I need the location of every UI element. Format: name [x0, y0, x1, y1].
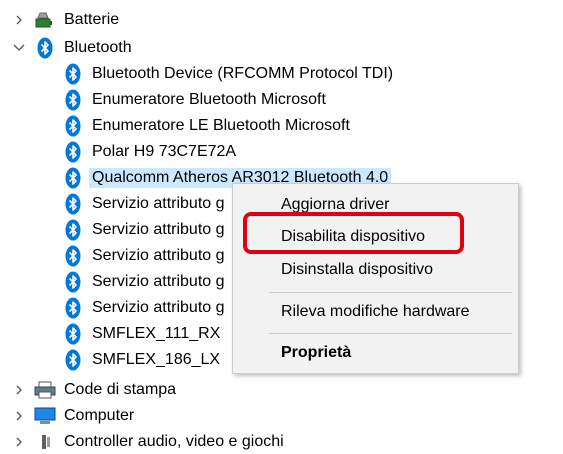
tree-item-device[interactable]: Servizio attributo g	[62, 192, 225, 216]
tree-node-computer[interactable]: Computer	[34, 404, 134, 428]
expand-chevron-icon[interactable]	[12, 13, 26, 27]
tree-item-label: Servizio attributo g	[92, 195, 225, 212]
highlight-annotation-box	[243, 212, 464, 254]
tree-item-device[interactable]: Servizio attributo g	[62, 270, 225, 294]
tree-node-label: Code di stampa	[64, 381, 177, 398]
tree-item-device[interactable]: Servizio attributo g	[62, 296, 225, 320]
bluetooth-icon	[62, 193, 84, 215]
bluetooth-icon	[62, 89, 84, 111]
tree-item-label: Bluetooth Device (RFCOMM Protocol TDI)	[92, 65, 394, 82]
menu-item-properties[interactable]: Proprietà	[281, 341, 351, 365]
bluetooth-icon	[62, 63, 84, 85]
tree-node-code-di-stampa[interactable]: Code di stampa	[34, 378, 176, 402]
tree-item-label: Servizio attributo g	[92, 247, 225, 264]
tree-node-batterie[interactable]: Batterie	[34, 8, 119, 32]
expand-chevron-icon[interactable]	[12, 409, 26, 423]
tree-item-label: Enumeratore Bluetooth Microsoft	[92, 91, 326, 108]
menu-separator	[269, 333, 512, 334]
tree-item-device[interactable]: SMFLEX_111_RX	[62, 322, 220, 346]
tree-item-device[interactable]: SMFLEX_186_LX	[62, 348, 220, 372]
menu-item-label: Rileva modifiche hardware	[281, 303, 470, 320]
tree-item-label: Servizio attributo g	[92, 221, 225, 238]
tree-item-label: Servizio attributo g	[92, 273, 225, 290]
tree-item-device[interactable]: Servizio attributo g	[62, 218, 225, 242]
menu-item-label: Proprietà	[281, 344, 352, 361]
tree-node-label: Controller audio, video e giochi	[64, 433, 284, 450]
collapse-chevron-icon[interactable]	[12, 41, 26, 55]
menu-separator	[269, 292, 512, 293]
bluetooth-icon	[62, 219, 84, 241]
tree-item-label: Enumeratore LE Bluetooth Microsoft	[92, 117, 350, 134]
tree-item-device[interactable]: Enumeratore Bluetooth Microsoft	[62, 88, 326, 112]
speaker-icon	[34, 431, 56, 453]
bluetooth-icon	[62, 297, 84, 319]
tree-node-controller-audio[interactable]: Controller audio, video e giochi	[34, 430, 284, 454]
tree-item-device[interactable]: Polar H9 73C7E72A	[62, 140, 236, 164]
tree-item-label: SMFLEX_111_RX	[92, 325, 221, 342]
menu-item-scan-hardware[interactable]: Rileva modifiche hardware	[281, 300, 470, 324]
bluetooth-icon	[34, 37, 56, 59]
tree-item-label: SMFLEX_186_LX	[92, 351, 221, 368]
bluetooth-icon	[62, 271, 84, 293]
printer-icon	[34, 379, 56, 401]
expand-chevron-icon[interactable]	[12, 435, 26, 449]
computer-monitor-icon	[34, 405, 56, 427]
tree-node-bluetooth[interactable]: Bluetooth	[34, 36, 132, 60]
menu-item-label: Disinstalla dispositivo	[281, 261, 434, 278]
bluetooth-icon	[62, 245, 84, 267]
tree-item-device[interactable]: Bluetooth Device (RFCOMM Protocol TDI)	[62, 62, 393, 86]
tree-node-label: Computer	[64, 407, 135, 424]
bluetooth-icon	[62, 115, 84, 137]
bluetooth-icon	[62, 167, 84, 189]
bluetooth-icon	[62, 323, 84, 345]
tree-item-device[interactable]: Enumeratore LE Bluetooth Microsoft	[62, 114, 350, 138]
tree-item-device[interactable]: Servizio attributo g	[62, 244, 225, 268]
battery-icon	[34, 9, 56, 31]
expand-chevron-icon[interactable]	[12, 383, 26, 397]
tree-node-label: Bluetooth	[64, 39, 132, 56]
bluetooth-icon	[62, 141, 84, 163]
bluetooth-icon	[62, 349, 84, 371]
tree-item-label: Polar H9 73C7E72A	[92, 143, 237, 160]
tree-item-label: Servizio attributo g	[92, 299, 225, 316]
tree-node-label: Batterie	[64, 11, 120, 28]
menu-item-uninstall-device[interactable]: Disinstalla dispositivo	[281, 258, 433, 282]
